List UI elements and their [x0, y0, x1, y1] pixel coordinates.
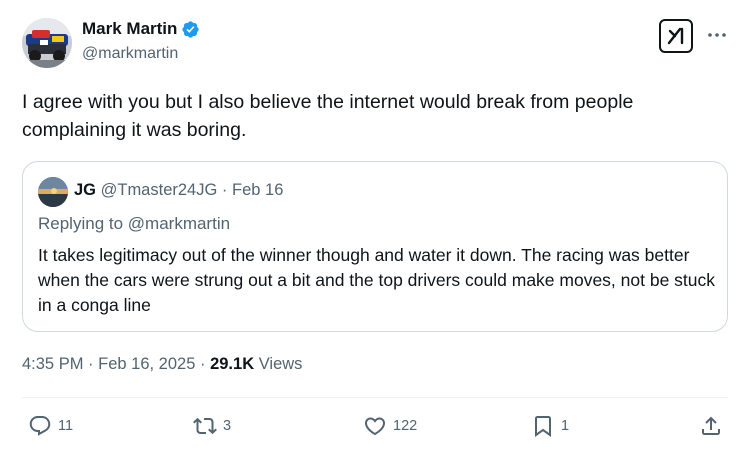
author-name-row: Mark Martin: [82, 19, 200, 39]
repost-button[interactable]: 3: [193, 414, 231, 438]
tweet-text: I agree with you but I also believe the …: [22, 91, 634, 141]
heart-icon: [364, 417, 386, 436]
quoted-date[interactable]: Feb 16: [232, 181, 283, 199]
repost-icon: [193, 417, 217, 435]
quoted-author-avatar[interactable]: [38, 177, 68, 207]
meta-separator-2: ·: [199, 355, 206, 373]
tweet-meta: 4:35 PM · Feb 16, 2025 · 29.1K Views: [22, 355, 302, 374]
more-dots-icon: [708, 33, 726, 37]
views-count: 29.1K: [210, 355, 255, 373]
replying-to: Replying to @markmartin: [38, 214, 230, 234]
author-avatar[interactable]: [22, 18, 72, 68]
tweet-date[interactable]: Feb 16, 2025: [98, 355, 195, 373]
author-handle[interactable]: @markmartin: [82, 45, 178, 63]
bookmark-button[interactable]: 1: [531, 414, 569, 438]
quoted-tweet-card[interactable]: JG @Tmaster24JG · Feb 16 Replying to @ma…: [22, 161, 728, 332]
like-count: 122: [393, 418, 418, 434]
quoted-header: JG @Tmaster24JG · Feb 16: [74, 181, 283, 200]
share-icon: [702, 416, 720, 435]
grok-button[interactable]: [659, 19, 693, 53]
replying-to-label: Replying to: [38, 214, 128, 233]
meta-separator: ·: [88, 355, 94, 373]
views-label: Views: [258, 355, 303, 373]
race-car-avatar: [22, 18, 72, 68]
bookmark-icon: [535, 416, 551, 437]
quoted-tweet-text: It takes legitimacy out of the winner th…: [38, 245, 716, 315]
more-options-button[interactable]: [706, 26, 728, 44]
quoted-author-name[interactable]: JG: [74, 181, 96, 199]
tweet-time[interactable]: 4:35 PM: [22, 355, 83, 373]
reply-button[interactable]: 11: [28, 414, 73, 438]
share-button[interactable]: [699, 414, 723, 438]
quoted-author-handle[interactable]: @Tmaster24JG: [101, 181, 218, 199]
actions-divider: [22, 397, 728, 398]
repost-count: 3: [223, 418, 232, 434]
replying-to-handle[interactable]: @markmartin: [128, 214, 230, 233]
reply-icon: [29, 416, 51, 436]
sunset-avatar: [38, 177, 68, 207]
reply-count: 11: [58, 418, 74, 434]
quoted-separator: ·: [221, 181, 228, 199]
like-button[interactable]: 122: [363, 414, 417, 438]
grok-icon: [667, 27, 684, 45]
verified-badge-icon: [181, 20, 200, 39]
author-display-name[interactable]: Mark Martin: [82, 19, 177, 39]
bookmark-count: 1: [561, 418, 570, 434]
